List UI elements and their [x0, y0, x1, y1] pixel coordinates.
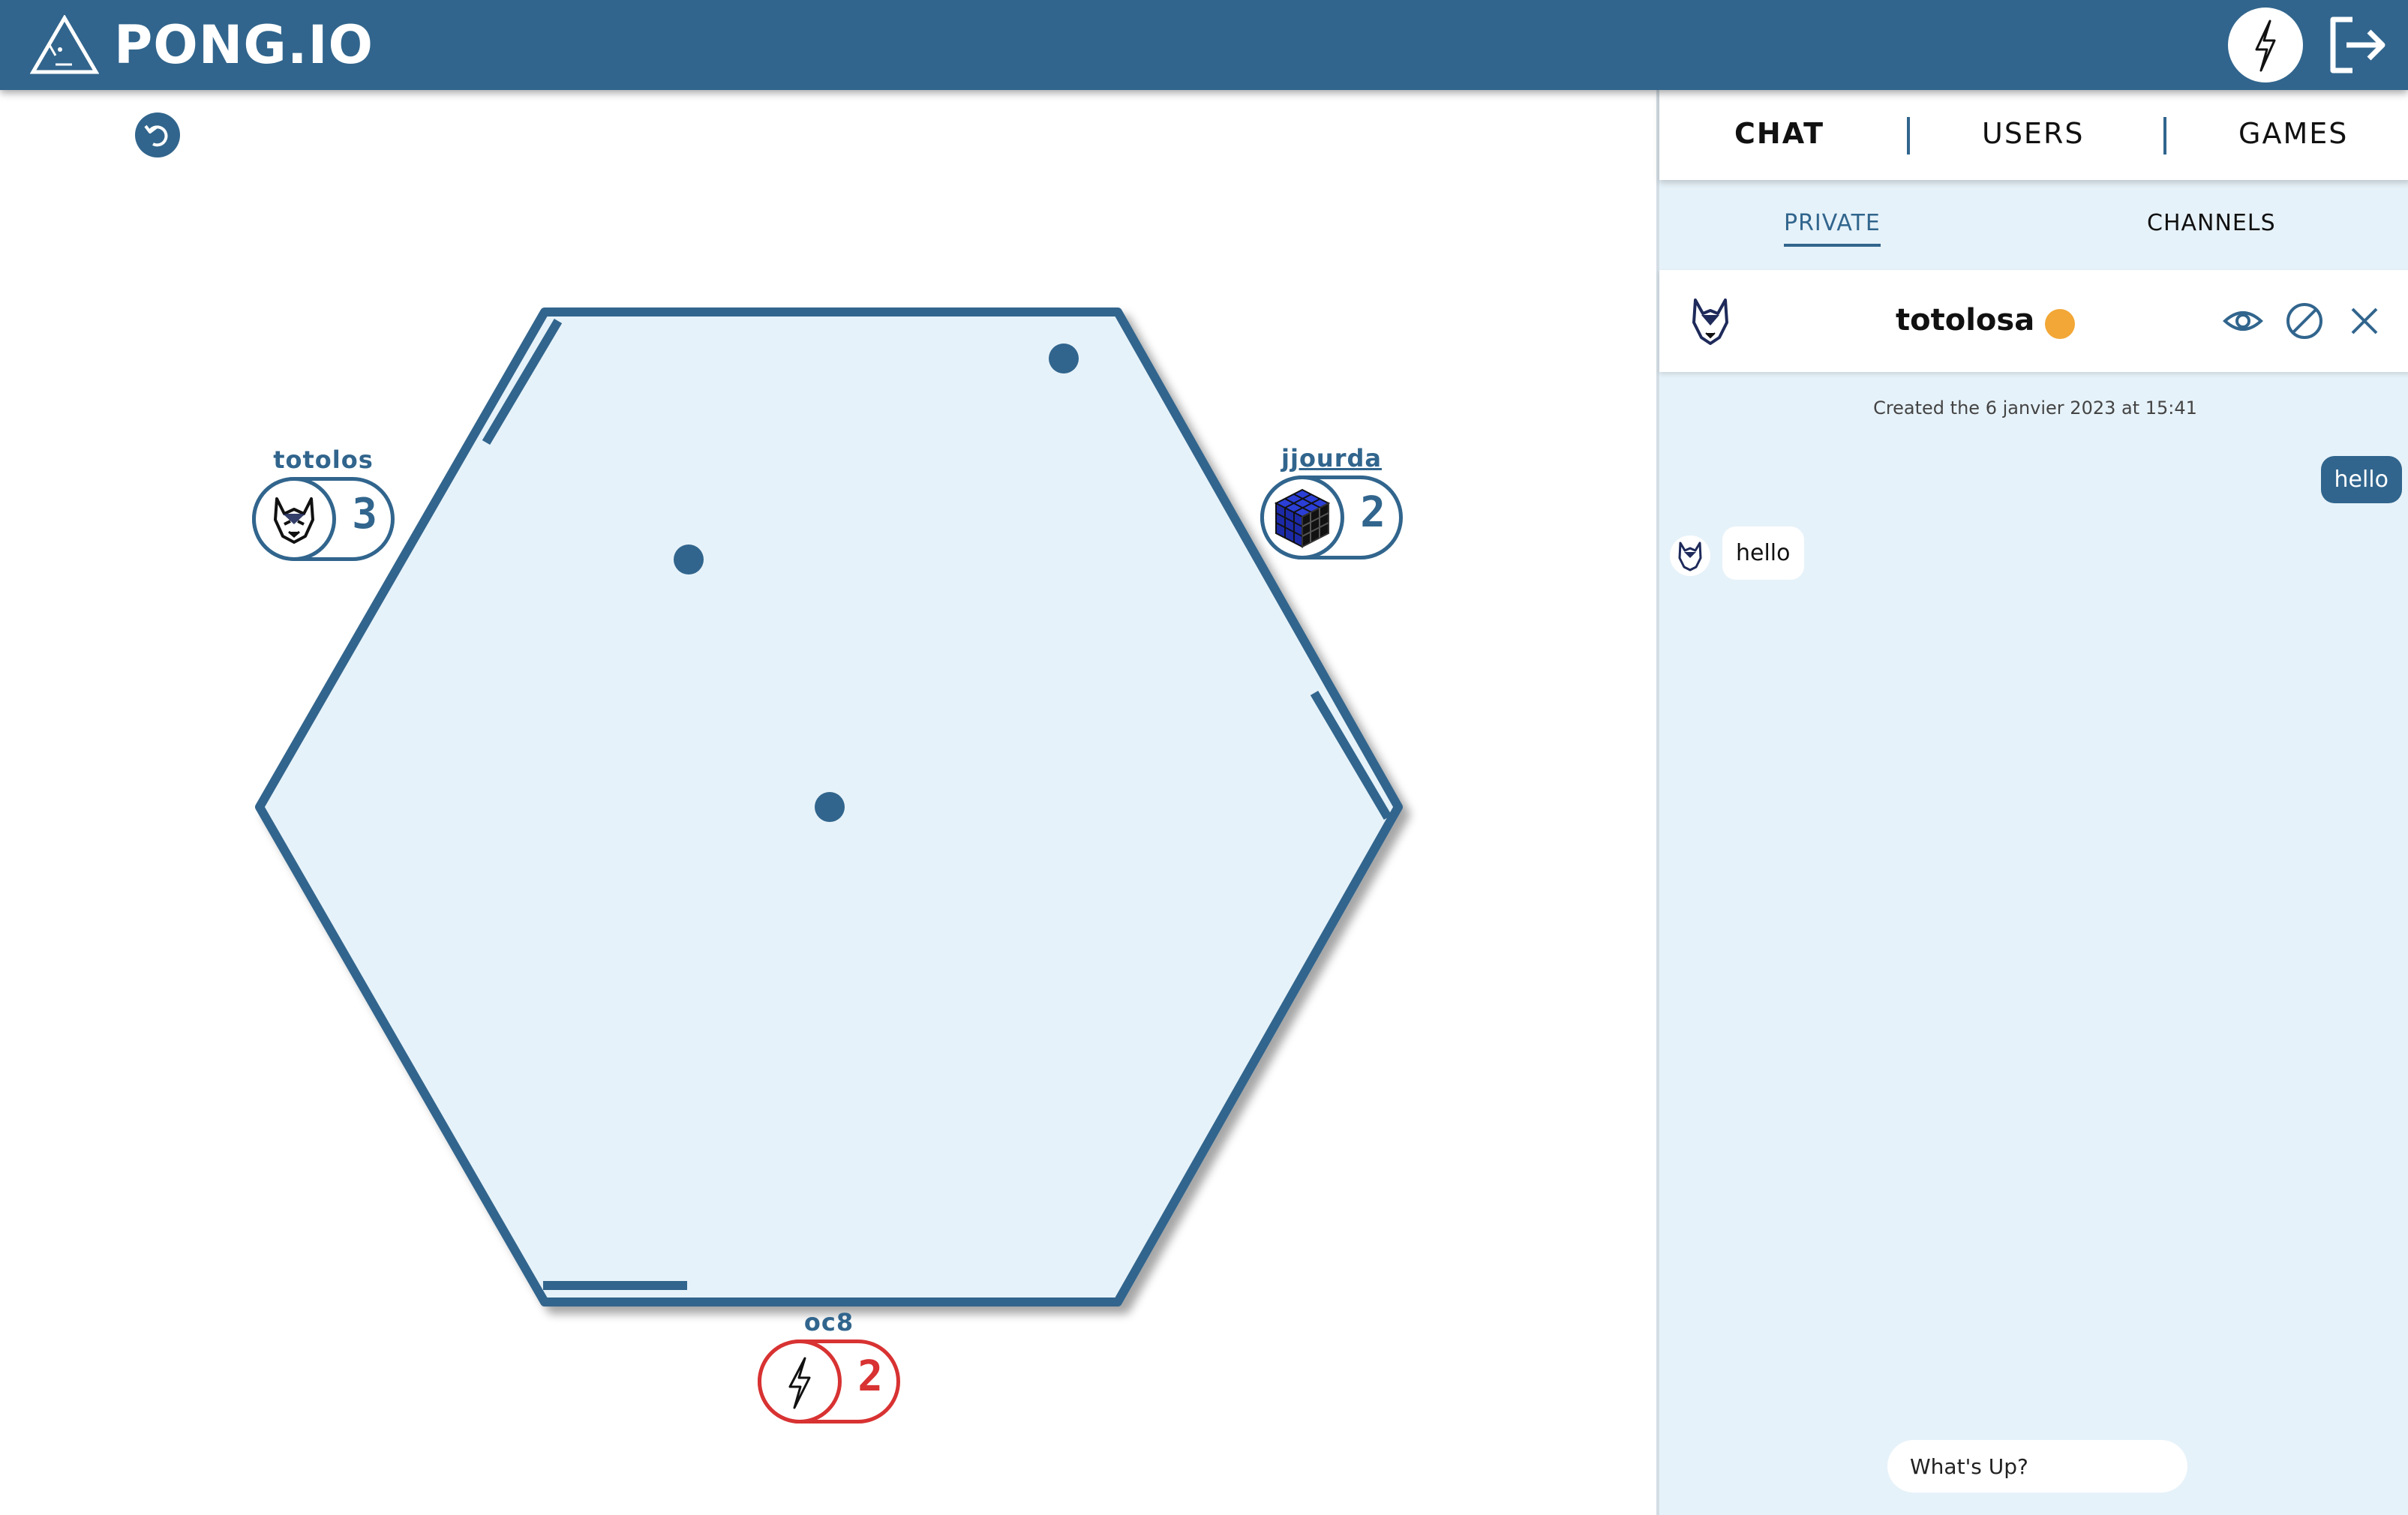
main-tabs: CHAT USERS GAMES [1659, 90, 2408, 180]
tab-separator [2163, 117, 2166, 154]
player-avatar [252, 477, 336, 561]
close-icon[interactable] [2343, 300, 2385, 342]
wolf-icon [274, 497, 314, 544]
player-totolos: totolos 3 [252, 446, 395, 561]
message-avatar [1670, 536, 1710, 576]
contact-name[interactable]: totolosa [1896, 303, 2034, 338]
side-panel: CHAT USERS GAMES PRIVATE CHANNELS totolo… [1656, 90, 2408, 1515]
message-input-box[interactable] [1887, 1440, 2187, 1492]
lightning-bolt-icon [2255, 20, 2276, 72]
ball [1049, 344, 1079, 374]
player-score: 2 [857, 1352, 883, 1401]
conversation-created-text: Created the 6 janvier 2023 at 15:41 [1873, 398, 2197, 418]
player-jjourda: jjourda 2 [1260, 444, 1403, 560]
score-pill: 3 [252, 477, 395, 561]
eye-icon[interactable] [2222, 300, 2264, 342]
player-avatar [1260, 476, 1344, 560]
message-input[interactable] [1887, 1440, 2187, 1492]
top-header: PONG.IO [0, 0, 2408, 90]
subtab-channels[interactable]: CHANNELS [2147, 210, 2276, 236]
score-pill: 2 [1260, 476, 1403, 560]
player-name: jjourda [1281, 444, 1382, 472]
triangle-pong-logo-icon[interactable] [30, 15, 99, 75]
player-avatar [758, 1340, 842, 1424]
tab-games[interactable]: GAMES [2238, 117, 2348, 150]
player-oc8: oc8 2 [758, 1308, 900, 1424]
score-pill: 2 [758, 1340, 900, 1424]
game-arena[interactable] [0, 90, 1650, 1515]
profile-avatar-button[interactable] [2228, 8, 2303, 82]
block-icon[interactable] [2283, 300, 2325, 342]
message-outgoing: hello [2320, 456, 2402, 503]
player-name: totolos [273, 446, 374, 474]
wolf-icon[interactable] [1682, 292, 1739, 350]
app-title[interactable]: PONG.IO [114, 10, 374, 80]
chat-header: totolosa [1659, 270, 2408, 372]
tab-separator [1907, 117, 1910, 154]
wolf-icon [1678, 542, 1702, 572]
tab-chat[interactable]: CHAT [1734, 117, 1824, 150]
player-score: 3 [352, 490, 377, 538]
player-name: oc8 [803, 1308, 854, 1336]
lightning-bolt-icon [788, 1357, 811, 1409]
rubiks-cube-icon [1274, 488, 1331, 548]
subtab-private[interactable]: PRIVATE [1784, 210, 1881, 247]
ball [815, 792, 845, 822]
player-score: 2 [1360, 488, 1386, 537]
ball [674, 544, 704, 574]
online-status-badge [2045, 309, 2075, 339]
tab-users[interactable]: USERS [1982, 117, 2084, 150]
message-incoming: hello [1722, 526, 1804, 580]
logout-icon[interactable] [2325, 14, 2388, 76]
